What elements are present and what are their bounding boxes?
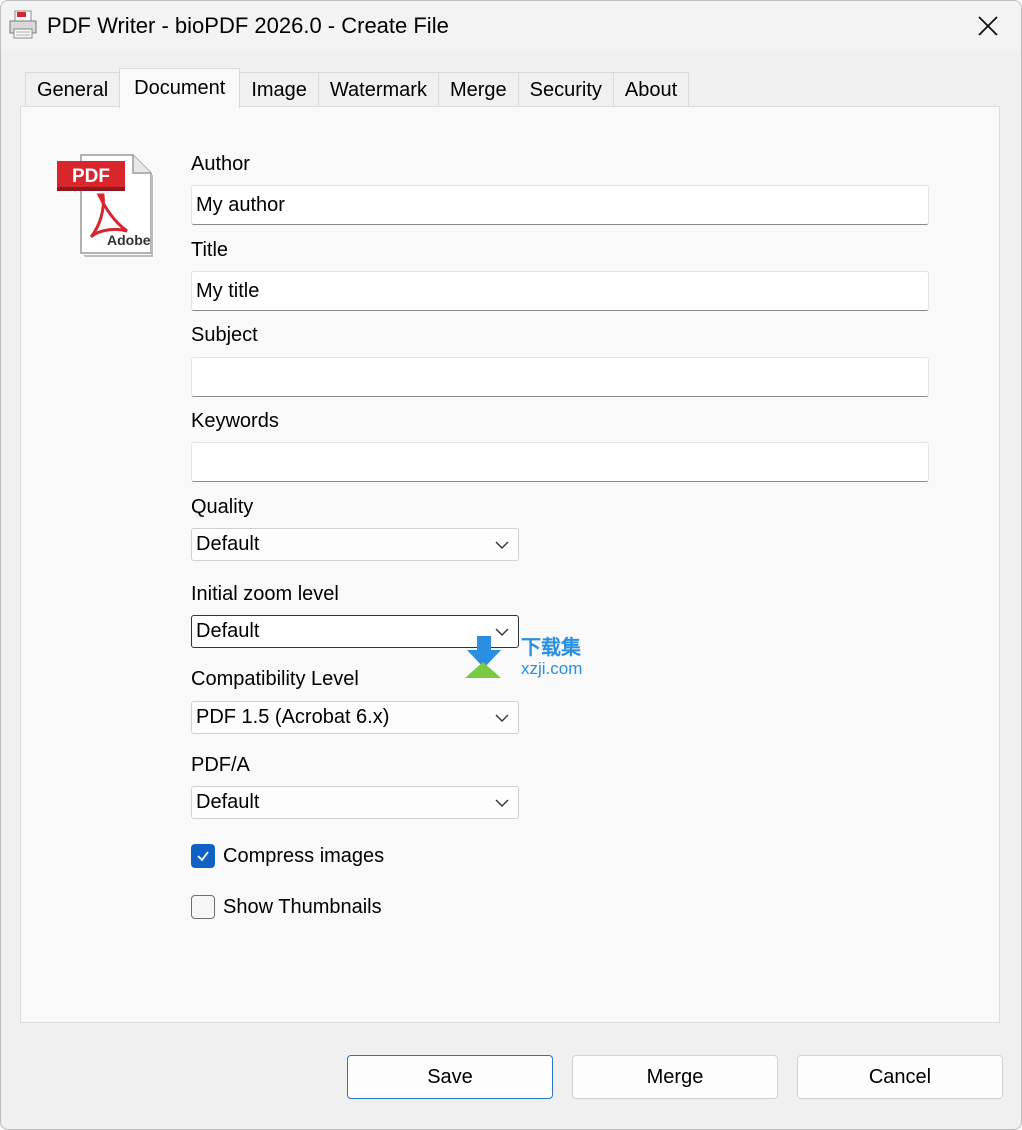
quality-select[interactable]: Default [191, 528, 519, 561]
pdf-document-icon: PDF Adobe [57, 154, 153, 257]
checkbox-unchecked[interactable] [191, 895, 215, 919]
document-panel: PDF Adobe Author Title Subject Keywords … [20, 106, 1000, 1023]
subject-label: Subject [191, 324, 258, 346]
pdfa-select[interactable]: Default [191, 786, 519, 819]
compat-select[interactable]: PDF 1.5 (Acrobat 6.x) [191, 701, 519, 734]
author-input[interactable] [191, 185, 929, 225]
chevron-down-icon [495, 541, 509, 549]
pdfa-value: Default [196, 791, 260, 813]
compress-images-label: Compress images [223, 844, 385, 867]
keywords-input[interactable] [191, 442, 929, 482]
close-button[interactable] [955, 1, 1021, 51]
watermark-site-text: xzji.com [521, 659, 582, 678]
window-title: PDF Writer - bioPDF 2026.0 - Create File [47, 13, 449, 38]
chevron-down-icon [495, 799, 509, 807]
pdfa-label: PDF/A [191, 754, 250, 776]
checkbox-checked[interactable] [191, 844, 215, 868]
tab-bar: General Document Image Watermark Merge S… [25, 68, 690, 108]
show-thumbnails-label: Show Thumbnails [223, 895, 382, 918]
compat-value: PDF 1.5 (Acrobat 6.x) [196, 706, 390, 728]
zoom-label: Initial zoom level [191, 583, 339, 605]
tab-document[interactable]: Document [119, 68, 241, 108]
dialog-window: PDF Writer - bioPDF 2026.0 - Create File… [0, 0, 1022, 1130]
quality-value: Default [196, 533, 260, 555]
merge-button[interactable]: Merge [572, 1055, 778, 1099]
printer-pdf-icon [9, 10, 37, 39]
title-label: Title [191, 239, 229, 261]
close-icon [978, 16, 998, 36]
show-thumbnails-checkbox[interactable]: Show Thumbnails [191, 895, 382, 919]
chevron-down-icon [495, 714, 509, 722]
title-input[interactable] [191, 271, 929, 311]
author-label: Author [191, 153, 250, 175]
compat-label: Compatibility Level [191, 668, 359, 690]
checkmark-icon [197, 851, 209, 862]
xzji-watermark-logo: 下载集 xzji.com [465, 635, 582, 678]
pdf-badge-text: PDF [72, 166, 110, 187]
adobe-brand-text: Adobe [107, 232, 151, 248]
tab-about[interactable]: About [612, 72, 690, 108]
watermark-cn-text: 下载集 [521, 635, 582, 659]
compress-images-checkbox[interactable]: Compress images [191, 844, 384, 868]
tab-security[interactable]: Security [517, 72, 614, 108]
tab-general[interactable]: General [25, 72, 121, 108]
tab-watermark[interactable]: Watermark [317, 72, 439, 108]
tab-image[interactable]: Image [239, 72, 319, 108]
cancel-button[interactable]: Cancel [797, 1055, 1003, 1099]
tab-merge[interactable]: Merge [437, 72, 519, 108]
save-button[interactable]: Save [347, 1055, 553, 1099]
subject-input[interactable] [191, 357, 929, 397]
zoom-value: Default [196, 620, 260, 642]
keywords-label: Keywords [191, 410, 279, 432]
quality-label: Quality [191, 496, 254, 518]
title-bar: PDF Writer - bioPDF 2026.0 - Create File [1, 1, 1021, 51]
